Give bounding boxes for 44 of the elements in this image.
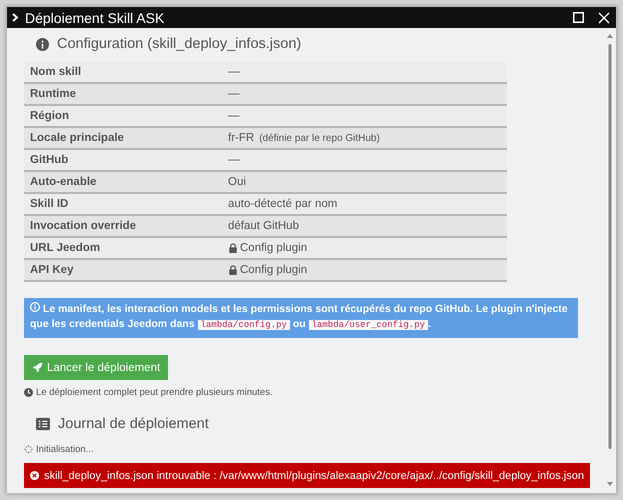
row-label: Skill ID bbox=[29, 198, 70, 210]
close-icon[interactable] bbox=[598, 12, 610, 24]
row-value: auto-détecté par nom bbox=[228, 198, 338, 210]
info-icon bbox=[36, 38, 49, 50]
maximize-icon[interactable] bbox=[573, 12, 584, 23]
row-value: Config plugin bbox=[240, 264, 308, 276]
error-message: skill_deploy_infos.json introuvable : /var/www/html/plugins/alexaapiv2/core/ajax/../config/skill_deploy_infos.json bbox=[44, 470, 584, 482]
scrollbar-drawing[interactable] bbox=[606, 32, 614, 488]
row-value: Oui bbox=[228, 176, 246, 188]
section-heading: Configuration (skill_deploy_infos.json) bbox=[57, 36, 302, 52]
row-label: Nom skill bbox=[29, 66, 82, 78]
row-label: URL Jeedom bbox=[29, 242, 102, 254]
row-note: (définie par le repo GitHub) bbox=[259, 132, 380, 144]
row-value: — bbox=[228, 88, 240, 100]
info-message: Le manifest, les interaction models et les permissions sont récupérés du repo GitHub. Le plugin n'injecte que les credentials Jeedom dans lambda/config.py ou lambda/user_config.py . bbox=[24, 298, 578, 338]
row-value: — bbox=[228, 154, 240, 166]
row-value: fr-FR bbox=[228, 132, 254, 144]
row-value: défaut GitHub bbox=[228, 220, 299, 232]
rocket-icon bbox=[32, 362, 43, 373]
list-icon bbox=[36, 417, 50, 431]
hint-text: Le déploiement complet peut prendre plusieurs minutes. bbox=[36, 387, 273, 398]
spinner-icon bbox=[24, 445, 33, 454]
row-value: — bbox=[228, 66, 240, 78]
row-label: Runtime bbox=[29, 88, 77, 100]
code-snippet: lambda/user_config.py bbox=[308, 320, 428, 330]
info-icon bbox=[30, 302, 40, 312]
code-snippet: lambda/config.py bbox=[198, 320, 290, 330]
error-icon bbox=[30, 470, 40, 481]
row-label: GitHub bbox=[29, 154, 70, 166]
row-label: Auto-enable bbox=[29, 176, 98, 188]
clock-icon bbox=[24, 388, 33, 397]
row-label: Région bbox=[29, 110, 70, 122]
row-label: API Key bbox=[29, 264, 74, 276]
row-label: Invocation override bbox=[29, 220, 138, 232]
chevron-icon[interactable] bbox=[12, 13, 19, 22]
row-value: Config plugin bbox=[240, 242, 308, 254]
status-text: Initialisation... bbox=[36, 444, 94, 455]
row-value: — bbox=[228, 110, 240, 122]
deploy-button[interactable]: Lancer le déploiement bbox=[24, 355, 168, 380]
row-label: Locale principale bbox=[29, 132, 125, 144]
lock-icon bbox=[228, 243, 238, 253]
lock-icon bbox=[228, 265, 238, 275]
section-heading: Journal de déploiement bbox=[58, 416, 209, 432]
window-title: Déploiement Skill ASK bbox=[25, 10, 166, 26]
